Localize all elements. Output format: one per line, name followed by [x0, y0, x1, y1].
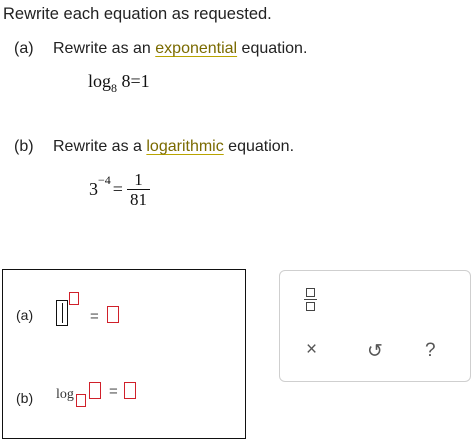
- instruction-text: Rewrite as an: [53, 40, 156, 57]
- answer-a-label: (a): [16, 307, 34, 323]
- answer-a-result-input[interactable]: [107, 306, 119, 323]
- instruction-text: equation.: [237, 40, 308, 57]
- logarithmic-term-link[interactable]: logarithmic: [146, 138, 223, 155]
- part-a-label: (a): [14, 40, 34, 57]
- undo-button[interactable]: ↺: [367, 340, 383, 363]
- answer-b-label: (b): [16, 390, 34, 406]
- answer-a-base-input[interactable]: [56, 300, 68, 326]
- denominator-box-icon: [306, 302, 315, 312]
- exponential-term-link[interactable]: exponential: [155, 40, 237, 57]
- undo-icon: ↺: [367, 341, 383, 362]
- active-answer-box[interactable]: [56, 300, 68, 326]
- equals-sign: =: [112, 179, 123, 199]
- fraction-template-button[interactable]: [304, 288, 317, 312]
- power-base: 3: [89, 179, 98, 199]
- instruction-text: equation.: [223, 138, 295, 155]
- equals-sign: =: [130, 71, 141, 91]
- answer-panel: (a) = (b) log =: [2, 269, 246, 439]
- answer-b-log-text: log: [56, 387, 74, 402]
- page-heading: Rewrite each equation as requested.: [3, 5, 272, 23]
- equation-rhs: 1: [140, 71, 150, 91]
- part-b-equation: 3 −4 = 1 81: [89, 170, 150, 209]
- answer-a-exponent-input[interactable]: [69, 292, 79, 305]
- log-base: 8: [111, 81, 118, 95]
- part-a-instruction: Rewrite as an exponential equation.: [53, 40, 307, 58]
- answer-b-base-input[interactable]: [76, 394, 86, 407]
- part-b-label: (b): [14, 138, 34, 155]
- answer-b-argument-input[interactable]: [89, 382, 101, 399]
- numerator-box-icon: [306, 288, 315, 297]
- answer-a-equals: =: [90, 308, 99, 325]
- close-icon: ×: [306, 339, 318, 360]
- math-toolbar: × ↺ ?: [279, 270, 471, 382]
- fraction-line-icon: [304, 299, 317, 301]
- part-a-equation: log8 8=1: [88, 71, 150, 95]
- answer-b-result-input[interactable]: [124, 382, 136, 399]
- clear-button[interactable]: ×: [306, 339, 317, 361]
- text-cursor: [62, 303, 63, 323]
- fraction-numerator: 1: [134, 170, 143, 189]
- instruction-text: Rewrite as a: [53, 138, 147, 155]
- answer-b-equals: =: [109, 383, 118, 400]
- part-b-instruction: Rewrite as a logarithmic equation.: [53, 138, 294, 156]
- help-icon: ?: [425, 340, 436, 361]
- fraction: 1 81: [126, 170, 150, 209]
- log-text: log: [88, 71, 112, 91]
- help-button[interactable]: ?: [425, 340, 436, 362]
- log-argument: 8: [121, 71, 131, 91]
- power-exponent: −4: [98, 173, 111, 187]
- fraction-denominator: 81: [129, 190, 147, 209]
